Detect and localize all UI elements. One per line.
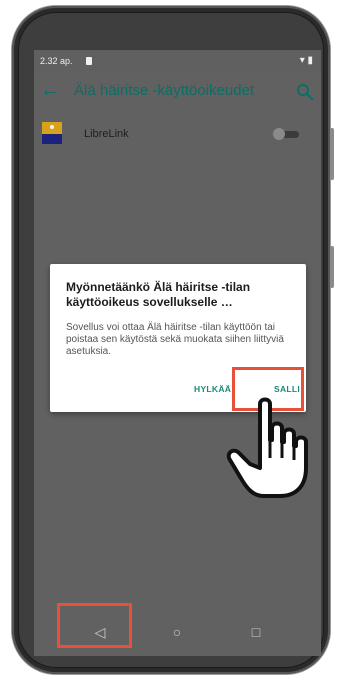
toggle-switch[interactable]	[273, 128, 301, 140]
list-item-librelink[interactable]: LibreLink	[34, 114, 321, 154]
app-name: LibreLink	[84, 128, 129, 140]
toolbar: ← Älä häiritse -käyttöoikeudet	[34, 72, 321, 112]
power-button	[330, 128, 334, 180]
librelink-app-icon	[42, 122, 62, 144]
deny-button[interactable]: HYLKÄÄ	[194, 384, 231, 394]
nav-recents-icon[interactable]: □	[246, 624, 266, 640]
back-button-highlight	[57, 603, 132, 648]
status-indicators: ▾ ▮	[299, 55, 313, 66]
page-title: Älä häiritse -käyttöoikeudet	[74, 82, 255, 99]
status-bar: 2.32 ap. ▾ ▮	[34, 50, 321, 72]
dialog-message: Sovellus voi ottaa Älä häiritse -tilan k…	[66, 322, 284, 357]
nav-home-icon[interactable]: ○	[167, 624, 187, 640]
arrow-back-icon[interactable]: ←	[40, 80, 60, 100]
screen: 2.32 ap. ▾ ▮ ← Älä häiritse -käyttöoikeu…	[34, 50, 321, 656]
dialog-title: Myönnetäänkö Älä häiritse -tilan käyttöo…	[66, 280, 251, 309]
status-time: 2.32 ap.	[40, 56, 73, 66]
sim-icon	[86, 57, 92, 65]
toggle-thumb	[273, 128, 285, 140]
search-icon[interactable]	[295, 82, 315, 102]
volume-button	[330, 246, 334, 288]
pointing-hand-icon	[226, 397, 308, 498]
